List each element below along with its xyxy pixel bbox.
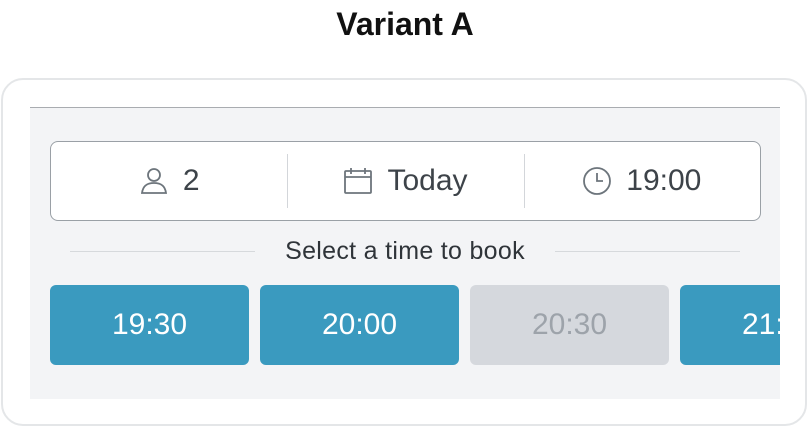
guests-selector[interactable]: 2: [51, 142, 287, 220]
clock-icon: [582, 166, 612, 196]
booking-selector-bar: 2 Today 19:00: [50, 141, 761, 221]
slot-prompt-row: Select a time to book: [70, 236, 741, 266]
time-slot-list: 19:30 20:00 20:30 21:00: [50, 285, 780, 365]
time-slot[interactable]: 20:00: [260, 285, 459, 365]
date-selector[interactable]: Today: [287, 142, 523, 220]
time-slot: 20:30: [470, 285, 669, 365]
date-value: Today: [387, 164, 468, 197]
slot-prompt: Select a time to book: [285, 236, 525, 265]
time-value: 19:00: [626, 164, 702, 197]
divider-right: [554, 250, 741, 252]
time-slot[interactable]: 19:30: [50, 285, 249, 365]
guests-value: 2: [182, 164, 200, 197]
calendar-icon: [343, 166, 373, 196]
time-selector[interactable]: 19:00: [523, 142, 760, 220]
time-slot[interactable]: 21:00: [680, 285, 780, 365]
variant-title: Variant A: [336, 6, 474, 42]
booking-widget: 2 Today 19:00 Select a time to book 19:3…: [30, 107, 780, 399]
person-icon: [139, 166, 169, 196]
divider-left: [70, 250, 256, 252]
